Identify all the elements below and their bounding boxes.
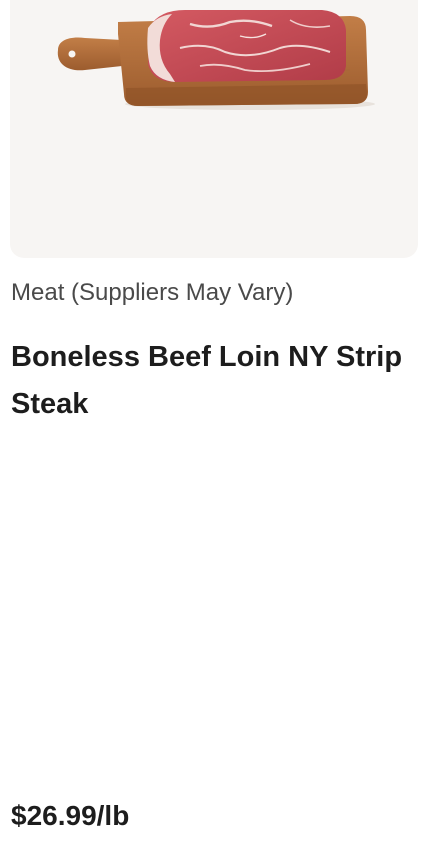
- product-image[interactable]: [10, 0, 418, 258]
- product-card[interactable]: Meat (Suppliers May Vary) Boneless Beef …: [0, 0, 440, 854]
- product-name[interactable]: Boneless Beef Loin NY Strip Steak: [11, 334, 426, 428]
- steak-on-board-illustration: [57, 10, 375, 110]
- product-category: Meat (Suppliers May Vary): [11, 279, 294, 306]
- product-price: $26.99/lb: [11, 800, 130, 831]
